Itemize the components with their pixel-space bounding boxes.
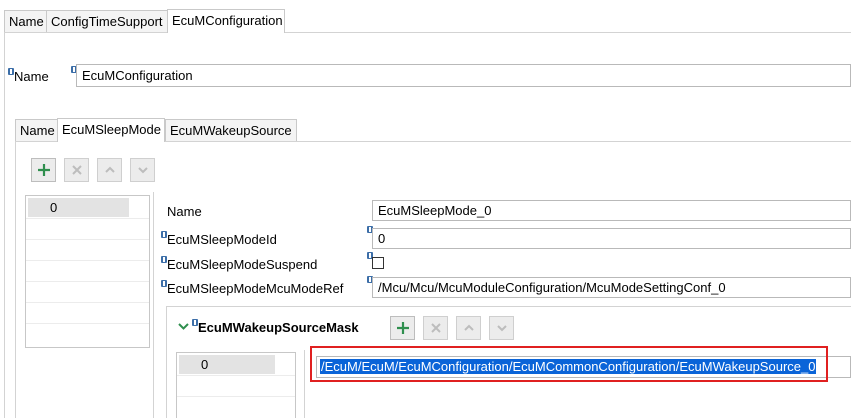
wakeup-group-top-border [166,306,851,307]
selected-text[interactable]: /EcuM/EcuM/EcuMConfiguration/EcuMCommonC… [320,359,817,374]
chevron-up-icon [104,166,115,173]
move-down-sleep-mode-button[interactable] [130,158,155,182]
inner-tab-ecum-wakeup-source[interactable]: EcuMWakeupSource [165,119,297,141]
sleep-mode-id-input[interactable]: 0 [372,228,851,249]
wakeup-detail-left-border [304,350,305,418]
tab-name[interactable]: Name [4,10,49,32]
add-sleep-mode-button[interactable] [31,158,56,182]
move-down-wakeup-source-button[interactable] [489,316,514,340]
sleep-mode-suspend-label: EcuMSleepModeSuspend [167,257,318,272]
detail-left-border [153,192,154,418]
sleep-mode-suspend-checkbox[interactable] [372,257,384,269]
wakeup-source-ref-input[interactable]: /EcuM/EcuM/EcuMConfiguration/EcuMCommonC… [316,356,851,378]
name-label: Name [14,69,49,84]
remove-wakeup-source-button[interactable] [423,316,448,340]
remove-sleep-mode-button[interactable] [64,158,89,182]
sleep-mode-name-label: Name [167,204,202,219]
list-item[interactable]: 0 [28,198,129,217]
name-input[interactable]: EcuMConfiguration [76,64,851,87]
chevron-up-icon [463,324,474,331]
sleep-mode-name-input[interactable]: EcuMSleepMode_0 [372,200,851,221]
panel-left-border [4,32,5,418]
move-up-sleep-mode-button[interactable] [97,158,122,182]
move-up-wakeup-source-button[interactable] [456,316,481,340]
wakeup-group-left-border [166,306,167,418]
inner-tab-baseline-right [165,141,851,142]
inner-tab-ecum-sleep-mode[interactable]: EcuMSleepMode [57,118,165,142]
wakeup-source-list[interactable]: 0 [176,352,296,418]
chevron-down-icon [496,325,507,332]
tab-baseline-right [285,32,851,33]
plus-icon [37,164,50,176]
inner-panel-left-border [15,141,16,418]
chevron-down-icon [137,167,148,174]
tab-baseline [4,32,167,33]
plus-icon [396,322,409,334]
tab-config-time-support[interactable]: ConfigTimeSupport [46,10,168,32]
sleep-mode-list[interactable]: 0 [25,195,150,348]
wakeup-mask-title: EcuMWakeupSourceMask [198,320,359,335]
sleep-mode-id-label: EcuMSleepModeId [167,232,277,247]
tab-ecum-configuration[interactable]: EcuMConfiguration [167,9,285,33]
chevron-down-icon[interactable] [178,322,189,331]
x-icon [71,165,82,175]
sleep-mode-mcu-ref-label: EcuMSleepModeMcuModeRef [167,281,344,296]
add-wakeup-source-button[interactable] [390,316,415,340]
list-item[interactable]: 0 [179,355,275,374]
inner-tab-name[interactable]: Name [15,119,60,141]
sleep-mode-mcu-ref-input[interactable]: /Mcu/Mcu/McuModuleConfiguration/McuModeS… [372,277,851,298]
x-icon [430,323,441,333]
inner-tab-baseline [15,141,57,142]
